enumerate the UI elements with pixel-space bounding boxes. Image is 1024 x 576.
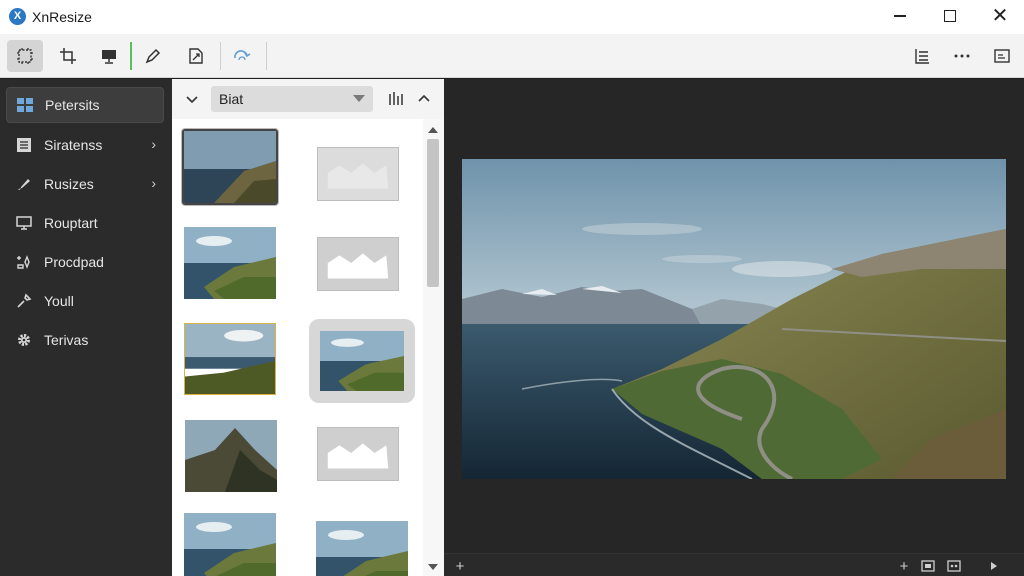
hovered-thumbnail-card[interactable] [309,319,415,403]
sidebar-item[interactable]: Youll [6,283,164,319]
export-icon [994,49,1010,63]
scroll-down-arrow-icon[interactable] [428,564,438,570]
image-placeholder-thumbnail[interactable] [317,237,399,291]
maximize-button[interactable] [926,0,974,32]
sort-select[interactable]: Biat [211,86,373,112]
sidebar-item-label: Youll [44,293,74,309]
monitor-icon [14,213,34,233]
sort-select-value: Biat [219,91,244,107]
collapse-button[interactable] [182,89,202,109]
grid-icon [15,95,35,115]
thumbnail-scrollbar[interactable] [423,119,444,576]
select-frame-icon [17,48,33,64]
preview-image[interactable] [462,159,1006,479]
list-icon [915,49,929,64]
crop-button[interactable] [50,40,86,72]
sidebar-item[interactable]: Rouptart [6,205,164,241]
dropdown-arrow-icon [353,95,365,102]
image-thumbnail[interactable] [184,227,276,299]
play-button[interactable] [984,556,1004,576]
image-thumbnail[interactable] [184,323,276,395]
status-bar: + + [444,553,1024,576]
sidebar-item[interactable]: Rusizes › [6,166,164,202]
image-placeholder-thumbnail[interactable] [317,427,399,481]
add-button[interactable]: + [450,556,470,576]
image-placeholder-thumbnail[interactable] [317,147,399,201]
chevron-right-icon: › [151,175,156,191]
sidebar: Petersits Siratenss › Rusizes › Rouptart Procd… [0,79,172,576]
sidebar-item-label: Rusizes [44,176,94,192]
play-icon [991,562,997,570]
close-button[interactable]: ✕ [976,0,1024,32]
more-icon [954,54,970,58]
maximize-icon [944,10,956,22]
brush-icon [14,174,34,194]
sidebar-item[interactable]: Terivas [6,322,164,358]
image-thumbnail[interactable] [185,420,277,492]
sidebar-item[interactable]: Procdpad [6,244,164,280]
sidebar-item-label: Procdpad [44,254,104,270]
minimize-button[interactable] [876,0,924,32]
sparkle-icon [14,252,34,272]
fit-view-button[interactable] [918,556,938,576]
monitor-button[interactable] [91,40,127,72]
scroll-thumb[interactable] [427,139,439,287]
fit-icon [921,560,935,572]
toolbar-separator [130,42,132,70]
pen-icon [145,48,161,64]
scroll-up-arrow-icon[interactable] [428,127,438,133]
resize-button[interactable] [178,40,214,72]
redo-button[interactable] [224,40,260,72]
landscape-photo [462,159,1006,479]
toolbar-separator [266,42,267,70]
app-logo-icon: X [9,8,26,25]
compare-icon [947,560,961,572]
sidebar-item-label: Terivas [44,332,89,348]
select-frame-button[interactable] [7,40,43,72]
list-button[interactable] [904,40,940,72]
thumbnail-header: Biat [172,79,444,119]
chevron-down-icon [186,96,198,104]
chevron-right-icon: › [151,136,156,152]
pen-button[interactable] [135,40,171,72]
close-icon: ✕ [991,5,1009,27]
compare-button[interactable] [944,556,964,576]
chevron-up-icon [418,94,430,102]
plus-icon: + [455,557,465,575]
sidebar-item-label: Siratenss [44,137,103,153]
sidebar-item[interactable]: Siratenss › [6,127,164,163]
more-button[interactable] [944,40,980,72]
toolbar [0,34,1024,78]
tools-icon [14,291,34,311]
image-thumbnail[interactable] [184,513,276,576]
image-thumbnail[interactable] [316,521,408,576]
selected-image-thumbnail[interactable] [182,129,278,205]
image-thumbnail[interactable] [320,331,404,391]
gear-icon [14,330,34,350]
zoom-in-button[interactable]: + [894,556,914,576]
view-options-button[interactable] [386,89,406,109]
export-button[interactable] [984,40,1020,72]
sidebar-item-label: Petersits [45,97,100,113]
document-icon [14,135,34,155]
plus-icon: + [899,557,909,575]
thumbnail-grid [172,119,422,576]
sidebar-item[interactable]: Petersits [6,87,164,123]
monitor-icon [102,50,116,64]
title-bar: X XnResize ✕ [0,0,1024,34]
image-viewer [444,79,1024,553]
toolbar-separator [220,42,221,70]
sidebar-item-label: Rouptart [44,215,98,231]
window-title: XnResize [32,9,92,25]
app-window: X XnResize ✕ Petersits Siratenss › Rusiz… [0,0,1024,576]
minimize-icon [894,15,906,17]
bars-icon [389,92,403,105]
crop-icon [60,48,76,64]
redo-icon [234,50,251,61]
thumbnail-panel: Biat [172,79,444,576]
scroll-up-button[interactable] [414,89,434,109]
resize-icon [189,48,203,64]
